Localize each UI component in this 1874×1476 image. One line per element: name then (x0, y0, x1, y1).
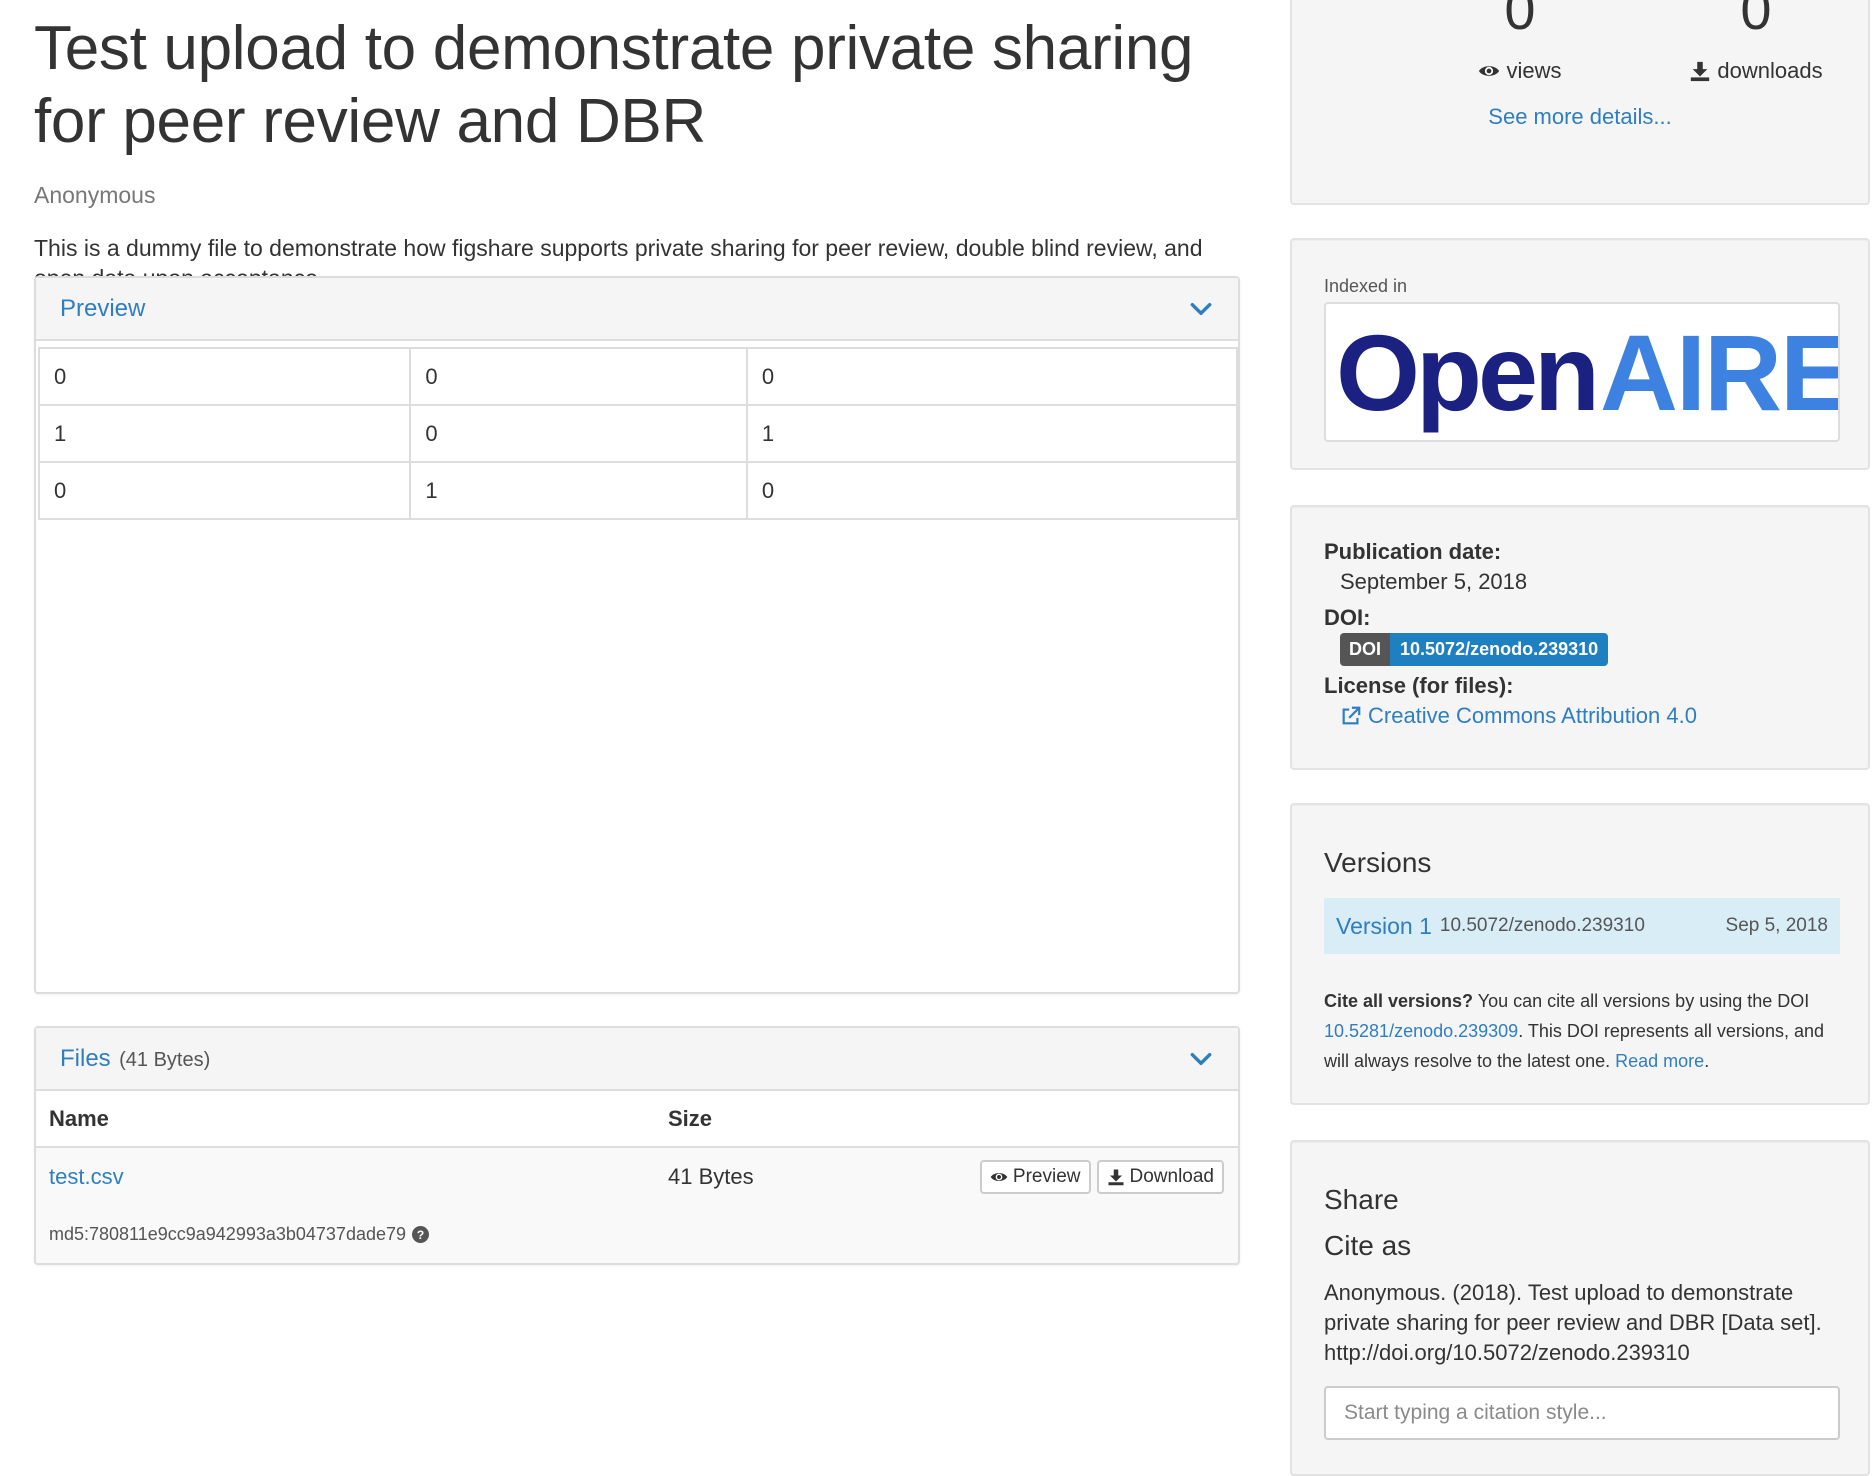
publication-date-label: Publication date: (1324, 539, 1502, 564)
file-preview-button[interactable]: Preview (979, 1160, 1091, 1194)
openaire-logo-text-aire: AIRE (1600, 312, 1840, 433)
version-date: Sep 5, 2018 (1725, 915, 1828, 936)
version-link[interactable]: Version 1 (1336, 913, 1432, 940)
publication-date: September 5, 2018 (1340, 569, 1528, 594)
table-cell: 0 (409, 404, 748, 463)
see-more-details-link[interactable]: See more details... (1292, 104, 1868, 130)
table-cell: 1 (37, 404, 412, 463)
file-size: 41 Bytes (668, 1164, 754, 1189)
files-heading[interactable]: Files (60, 1045, 111, 1072)
indexed-label: Indexed in (1324, 276, 1408, 296)
column-header-name: Name (49, 1105, 109, 1131)
file-link[interactable]: test.csv (49, 1164, 124, 1189)
preview-panel-heading[interactable]: Preview (36, 278, 1238, 341)
preview-body: 0 0 0 1 0 1 0 1 0 (36, 341, 1239, 520)
license-text: Creative Commons Attribution 4.0 (1368, 703, 1697, 728)
cite-all-versions-text: Cite all versions? You can cite all vers… (1324, 986, 1844, 1076)
table-row: 0 0 0 (37, 347, 1239, 406)
file-md5: md5:780811e9cc9a942993a3b04737dade79 (49, 1224, 407, 1244)
preview-panel: Preview 0 0 0 1 0 1 0 1 0 (34, 276, 1240, 994)
table-cell: 1 (409, 461, 748, 520)
file-checksum: md5:780811e9cc9a942993a3b04737dade79 ? (36, 1206, 1238, 1245)
files-panel-heading[interactable]: Files (41 Bytes) (36, 1028, 1238, 1091)
files-table-header: Name Size (36, 1091, 1238, 1148)
download-icon (1108, 1169, 1123, 1186)
record-main: Test upload to demonstrate private shari… (34, 0, 1240, 1265)
chevron-down-icon[interactable] (1188, 296, 1214, 322)
table-cell: 0 (409, 347, 748, 406)
cite-all-text-1: You can cite all versions by using the D… (1473, 991, 1810, 1011)
chevron-down-icon[interactable] (1188, 1046, 1214, 1072)
downloads-count: 0 (1740, 0, 1772, 41)
column-header-size: Size (668, 1105, 713, 1131)
citation-style-input[interactable] (1324, 1386, 1840, 1440)
cite-all-bold: Cite all versions? (1324, 991, 1474, 1011)
license-link[interactable]: Creative Commons Attribution 4.0 (1340, 703, 1697, 729)
doi-label: DOI: (1324, 605, 1371, 630)
table-cell: 1 (745, 404, 1239, 463)
indexed-panel: Indexed in Open AIRE (1290, 238, 1870, 470)
eye-icon (1479, 66, 1500, 76)
doi-badge-key: DOI (1340, 633, 1391, 666)
file-download-label: Download (1129, 1166, 1215, 1187)
table-cell: 0 (37, 347, 412, 406)
versions-title: Versions (1324, 847, 1432, 878)
download-icon (1691, 61, 1710, 82)
doi-badge[interactable]: DOI 10.5072/zenodo.239310 (1340, 633, 1609, 666)
table-cell: 0 (37, 461, 412, 520)
share-title: Share (1324, 1184, 1399, 1215)
files-total-size: (41 Bytes) (119, 1048, 211, 1071)
record-creators: Anonymous (34, 182, 156, 209)
eye-icon (990, 1173, 1008, 1181)
table-row: 0 1 0 (37, 461, 1239, 520)
versions-panel: Versions Version 1 10.5072/zenodo.239310… (1290, 803, 1870, 1105)
cite-all-end: . (1704, 1051, 1710, 1071)
openaire-logo[interactable]: Open AIRE (1324, 302, 1840, 442)
files-panel: Files (41 Bytes) Name Size test.csv 41 B… (34, 1026, 1240, 1265)
share-panel: Share Cite as Anonymous. (2018). Test up… (1290, 1140, 1870, 1476)
external-link-icon (1342, 706, 1361, 725)
views-stat: 0 views (1420, 0, 1620, 84)
version-row[interactable]: Version 1 10.5072/zenodo.239310 Sep 5, 2… (1324, 898, 1840, 954)
table-cell: 0 (745, 347, 1239, 406)
version-doi: 10.5072/zenodo.239310 (1439, 915, 1645, 936)
file-download-button[interactable]: Download (1096, 1160, 1224, 1194)
downloads-stat: 0 downloads (1636, 0, 1874, 84)
views-count: 0 (1504, 0, 1536, 41)
read-more-link[interactable]: Read more (1615, 1051, 1704, 1071)
concept-doi-link[interactable]: 10.5281/zenodo.239309 (1324, 1021, 1518, 1041)
table-row: 1 0 1 (37, 404, 1239, 463)
files-table: Name Size test.csv 41 Bytes Preview Down… (36, 1091, 1238, 1245)
preview-heading[interactable]: Preview (60, 295, 145, 323)
license-label: License (for files): (1324, 673, 1514, 698)
file-preview-label: Preview (1012, 1166, 1081, 1187)
citation-text: Anonymous. (2018). Test upload to demons… (1324, 1280, 1822, 1365)
openaire-logo-text-open: Open (1336, 312, 1596, 433)
help-icon[interactable]: ? (412, 1226, 430, 1243)
table-row: test.csv 41 Bytes Preview Download (36, 1148, 1238, 1206)
preview-table: 0 0 0 1 0 1 0 1 0 (37, 347, 1239, 520)
stats-panel: 0 views 0 downloads See more details... (1290, 0, 1870, 205)
metadata-panel: Publication date: September 5, 2018 DOI:… (1290, 505, 1870, 770)
downloads-label: downloads (1717, 58, 1823, 83)
views-label: views (1506, 58, 1562, 83)
table-cell: 0 (745, 461, 1239, 520)
cite-as-title: Cite as (1324, 1230, 1412, 1261)
record-title: Test upload to demonstrate private shari… (34, 14, 1194, 157)
doi-badge-value: 10.5072/zenodo.239310 (1390, 633, 1609, 666)
openaire-logo-image: Open AIRE (1336, 312, 1840, 433)
